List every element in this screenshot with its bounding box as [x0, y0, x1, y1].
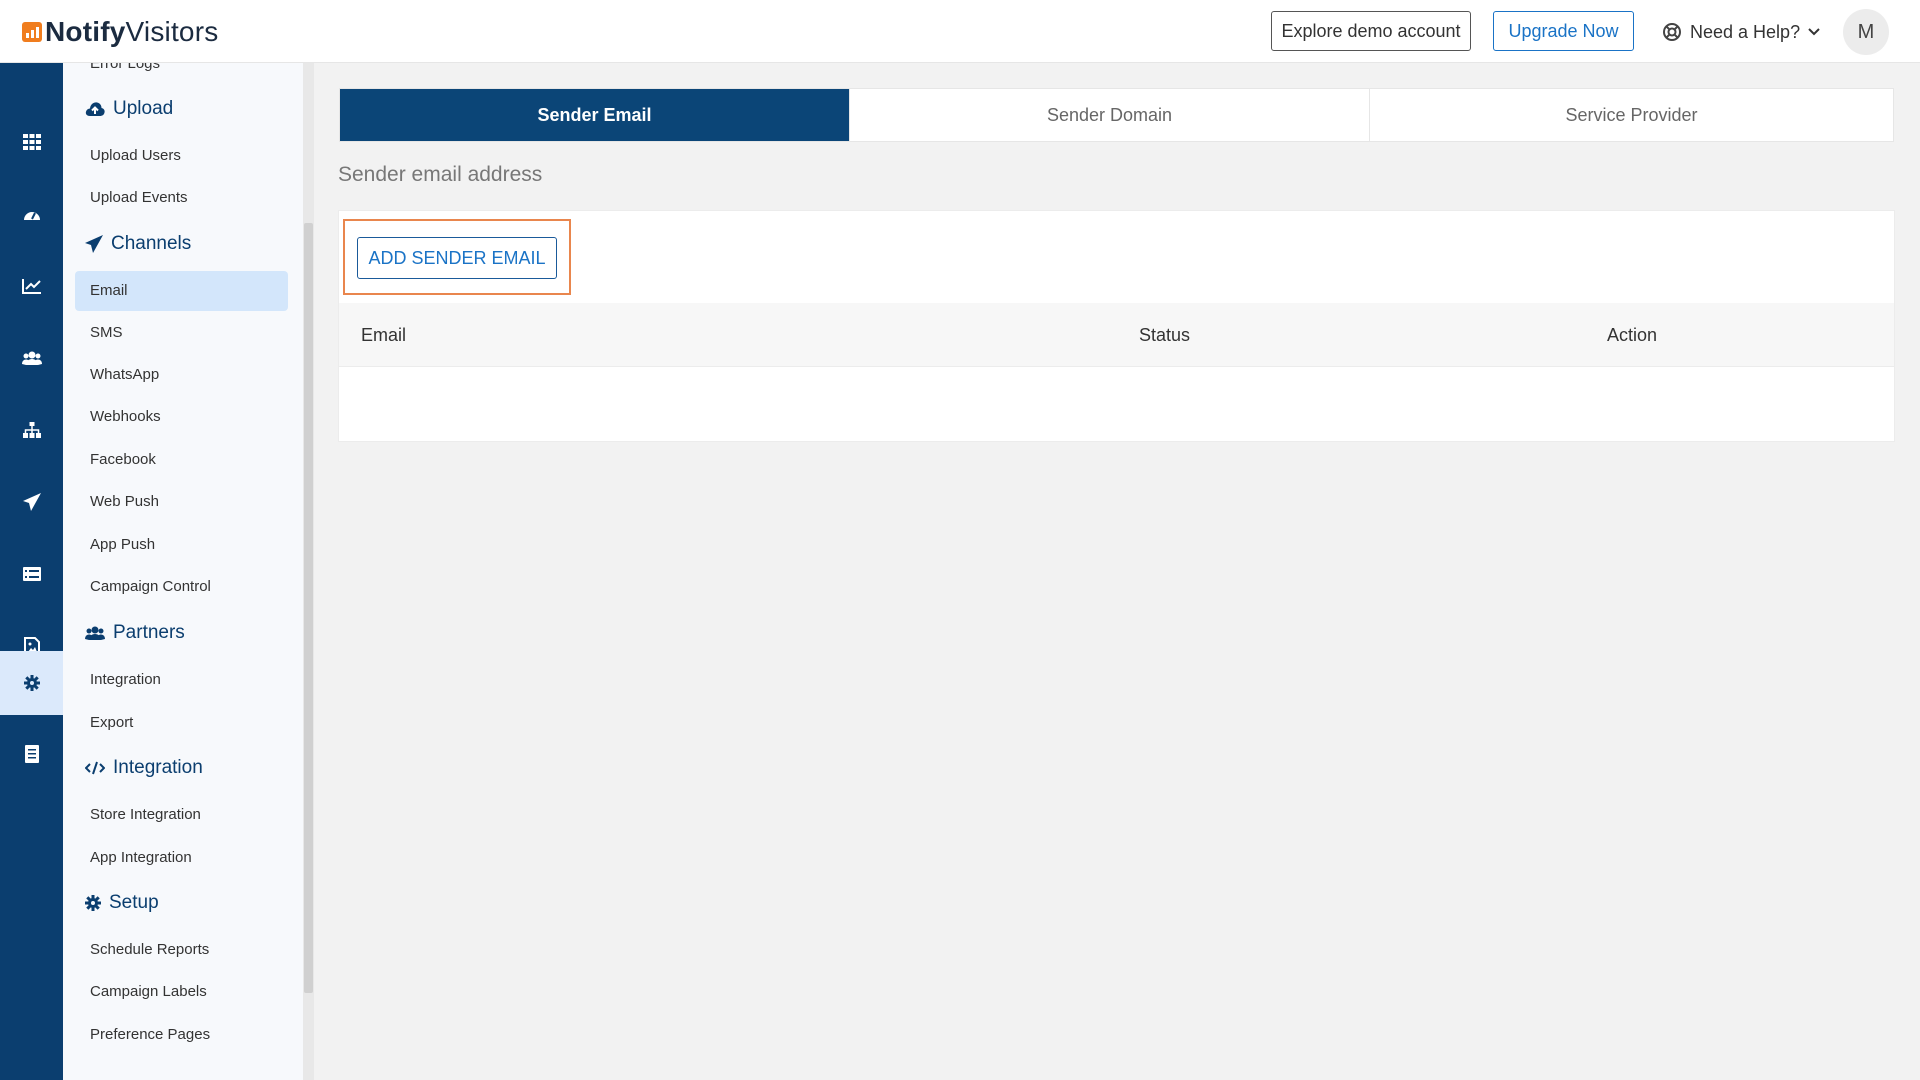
notifyvisitors-logo[interactable]: NotifyVisitors: [22, 16, 218, 48]
sender-email-panel: ADD SENDER EMAIL Email Status Action: [338, 210, 1895, 442]
code-icon: [85, 761, 105, 775]
table-header: Email Status Action: [339, 303, 1894, 367]
dashboard-gauge-icon: [23, 212, 40, 220]
sender-tabs: Sender Email Sender Domain Service Provi…: [339, 88, 1894, 142]
add-button-highlight: ADD SENDER EMAIL: [343, 219, 571, 295]
users-icon: [85, 626, 105, 640]
menu-item-webhooks[interactable]: Webhooks: [90, 408, 161, 425]
rail-document[interactable]: [0, 722, 63, 786]
icon-rail: [0, 63, 63, 1080]
rail-list[interactable]: [0, 542, 63, 606]
menu-item-export[interactable]: Export: [90, 714, 133, 731]
sidebar-scrollbar[interactable]: [303, 63, 314, 1080]
menu-item-upload-events[interactable]: Upload Events: [90, 189, 188, 206]
rail-hierarchy[interactable]: [0, 398, 63, 462]
settings-gear-icon: [23, 675, 40, 691]
explore-demo-button[interactable]: Explore demo account: [1271, 11, 1471, 51]
menu-section-channels-title: Channels: [111, 233, 192, 254]
logo-bars-icon: [22, 22, 42, 42]
menu-item-app-push[interactable]: App Push: [90, 536, 155, 553]
menu-item-whatsapp[interactable]: WhatsApp: [90, 366, 159, 383]
column-header-status: Status: [1139, 325, 1191, 345]
menu-item-facebook[interactable]: Facebook: [90, 451, 156, 468]
users-icon: [21, 351, 42, 365]
list-icon: [22, 567, 41, 581]
upgrade-now-button[interactable]: Upgrade Now: [1493, 11, 1634, 51]
send-icon: [85, 235, 103, 253]
help-label: Need a Help?: [1690, 21, 1801, 42]
menu-item-error-logs[interactable]: Error Logs: [90, 63, 160, 72]
document-icon: [24, 745, 39, 763]
menu-section-channels: Channels: [85, 233, 191, 255]
menu-item-app-integration[interactable]: App Integration: [90, 849, 192, 866]
rail-settings[interactable]: [0, 651, 63, 715]
rail-users[interactable]: [0, 326, 63, 390]
help-dropdown[interactable]: Need a Help?: [1662, 17, 1828, 47]
menu-item-preference-pages[interactable]: Preference Pages: [90, 1026, 210, 1043]
rail-apps[interactable]: [0, 110, 63, 174]
tab-sender-email[interactable]: Sender Email: [340, 89, 850, 141]
menu-section-integration: Integration: [85, 757, 203, 779]
menu-item-email[interactable]: Email: [90, 282, 128, 299]
menu-item-campaign-labels[interactable]: Campaign Labels: [90, 983, 207, 1000]
menu-section-setup: Setup: [85, 892, 159, 914]
menu-item-campaign-control[interactable]: Campaign Control: [90, 578, 211, 595]
column-header-action: Action: [1607, 325, 1658, 345]
add-sender-email-button[interactable]: ADD SENDER EMAIL: [357, 237, 557, 279]
menu-section-partners-title: Partners: [113, 622, 185, 643]
lifebuoy-icon: [1663, 23, 1681, 41]
menu-item-store-integration[interactable]: Store Integration: [90, 806, 201, 823]
menu-item-schedule-reports[interactable]: Schedule Reports: [90, 941, 209, 958]
tab-sender-domain[interactable]: Sender Domain: [850, 89, 1370, 141]
settings-sidebar: Error Logs Upload Upload Users Upload Ev…: [63, 63, 303, 1080]
logo-text-bold: Notify: [45, 16, 126, 47]
menu-section-integration-title: Integration: [113, 757, 203, 778]
logo-text-light: Visitors: [125, 16, 219, 47]
analytics-chart-icon: [21, 279, 41, 294]
menu-item-upload-users[interactable]: Upload Users: [90, 147, 181, 164]
apps-grid-icon: [22, 134, 41, 150]
chevron-down-icon: [1808, 28, 1820, 36]
menu-section-upload: Upload: [85, 98, 173, 120]
menu-section-partners: Partners: [85, 622, 185, 644]
rail-send[interactable]: [0, 470, 63, 534]
menu-item-web-push[interactable]: Web Push: [90, 493, 159, 510]
hierarchy-icon: [22, 422, 41, 438]
top-header: NotifyVisitors Explore demo account Upgr…: [0, 0, 1920, 63]
cloud-upload-icon: [85, 102, 105, 116]
column-header-email: Email: [361, 325, 407, 345]
sidebar-scrollbar-thumb[interactable]: [304, 223, 313, 993]
user-avatar[interactable]: M: [1843, 9, 1889, 55]
section-title: Sender email address: [338, 163, 543, 186]
tab-service-provider[interactable]: Service Provider: [1370, 89, 1893, 141]
menu-item-sms[interactable]: SMS: [90, 324, 123, 341]
rail-analytics[interactable]: [0, 254, 63, 318]
send-icon: [22, 493, 41, 511]
rail-dashboard[interactable]: [0, 182, 63, 246]
menu-section-upload-title: Upload: [113, 98, 174, 119]
gear-icon: [85, 895, 101, 911]
menu-item-integration[interactable]: Integration: [90, 671, 161, 688]
menu-section-setup-title: Setup: [109, 892, 159, 913]
